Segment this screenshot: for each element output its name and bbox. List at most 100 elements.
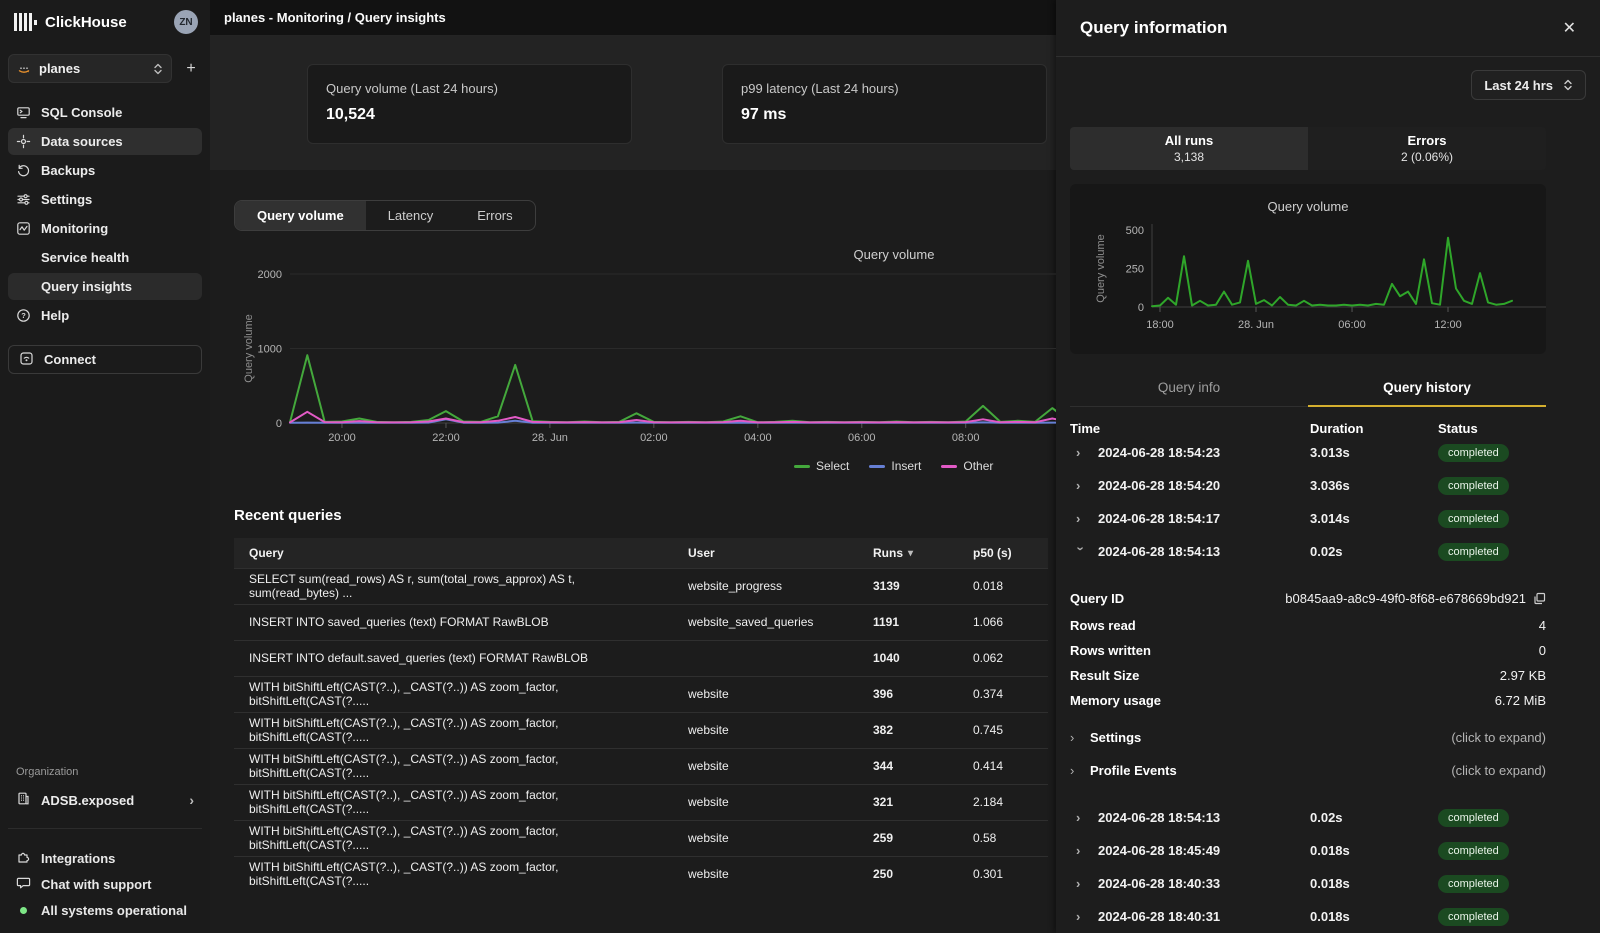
workspace-selector[interactable]: planes (8, 54, 172, 83)
table-row[interactable]: WITH bitShiftLeft(CAST(?..), _CAST(?..))… (234, 712, 1048, 748)
aws-icon (17, 62, 31, 76)
history-row[interactable]: ›2024-06-28 18:54:20 3.036s completed (1070, 469, 1546, 502)
table-row[interactable]: WITH bitShiftLeft(CAST(?..), _CAST(?..))… (234, 820, 1048, 856)
svg-text:08:00: 08:00 (952, 432, 980, 444)
runs-errors-toggle: All runs 3,138 Errors 2 (0.06%) (1070, 127, 1546, 170)
expandable-label: Profile Events (1090, 763, 1177, 778)
time-range-value: Last 24 hrs (1484, 78, 1553, 93)
svg-text:Query volume: Query volume (243, 314, 255, 382)
organization-label: Organization (8, 766, 202, 786)
history-row-expanded[interactable]: ›2024-06-28 18:54:13 0.02s completed (1070, 535, 1546, 568)
tab-query-info[interactable]: Query info (1070, 372, 1308, 406)
connect-label: Connect (44, 352, 96, 367)
legend-item-select[interactable]: Select (794, 459, 849, 473)
help-icon: ? (16, 308, 31, 323)
history-row[interactable]: ›2024-06-28 18:54:17 3.014s completed (1070, 502, 1546, 535)
status-badge: completed (1438, 510, 1509, 528)
sidebar-item-label: Data sources (41, 134, 123, 149)
table-row[interactable]: WITH bitShiftLeft(CAST(?..), _CAST(?..))… (234, 676, 1048, 712)
copy-icon[interactable] (1533, 592, 1546, 605)
building-icon (16, 791, 31, 809)
sidebar-header: ClickHouse ZN (8, 8, 202, 44)
app-title: ClickHouse (45, 14, 174, 31)
expand-hint: (click to expand) (1177, 763, 1546, 778)
table-row[interactable]: WITH bitShiftLeft(CAST(?..), _CAST(?..))… (234, 784, 1048, 820)
segment-label: All runs (1165, 133, 1213, 148)
segment-errors[interactable]: Errors 2 (0.06%) (1308, 127, 1546, 170)
sidebar-item-sql-console[interactable]: SQL Console (8, 99, 202, 126)
legend-item-other[interactable]: Other (941, 459, 993, 473)
breadcrumb: planes - Monitoring / Query insights (210, 0, 1056, 36)
history-row[interactable]: ›2024-06-28 18:40:31 0.018s completed (1070, 900, 1546, 933)
col-user[interactable]: User (673, 538, 858, 568)
tab-query-volume[interactable]: Query volume (235, 201, 366, 230)
expand-profile-events[interactable]: › Profile Events (click to expand) (1070, 754, 1546, 787)
chevron-right-icon: › (1070, 730, 1080, 745)
tab-latency[interactable]: Latency (366, 201, 456, 230)
chevron-down-icon: › (1074, 547, 1089, 557)
history-row[interactable]: ›2024-06-28 18:40:33 0.018s completed (1070, 867, 1546, 900)
restore-icon (16, 163, 31, 178)
table-row[interactable]: INSERT INTO saved_queries (text) FORMAT … (234, 604, 1048, 640)
puzzle-icon (16, 849, 31, 867)
legend-label: Insert (891, 459, 921, 473)
col-query[interactable]: Query (234, 538, 673, 568)
history-header-row: Time Duration Status (1070, 421, 1546, 436)
query-volume-chart: 01000200020:0022:0028. Jun02:0004:0006:0… (234, 243, 1056, 473)
status-badge: completed (1438, 875, 1509, 893)
table-row[interactable]: WITH bitShiftLeft(CAST(?..), _CAST(?..))… (234, 856, 1048, 892)
expandable-label: Settings (1090, 730, 1141, 745)
sidebar-nav: SQL Console Data sources Backups Setting… (8, 99, 202, 329)
col-runs[interactable]: Runs▾ (858, 538, 958, 568)
svg-text:Query volume: Query volume (1268, 199, 1349, 214)
table-row[interactable]: WITH bitShiftLeft(CAST(?..), _CAST(?..))… (234, 748, 1048, 784)
updown-chevron-icon (1563, 79, 1573, 91)
sidebar-item-backups[interactable]: Backups (8, 157, 202, 184)
sidebar-item-settings[interactable]: Settings (8, 186, 202, 213)
sidebar-item-label: Monitoring (41, 221, 108, 236)
svg-text:1000: 1000 (258, 344, 282, 356)
chevron-right-icon: › (1076, 445, 1086, 460)
status-badge: completed (1438, 809, 1509, 827)
chevron-right-icon: › (1076, 511, 1086, 526)
status-dot-icon (20, 907, 27, 914)
expand-settings[interactable]: › Settings (click to expand) (1070, 721, 1546, 754)
legend-item-insert[interactable]: Insert (869, 459, 921, 473)
table-row[interactable]: SELECT sum(read_rows) AS r, sum(total_ro… (234, 568, 1048, 604)
history-row[interactable]: ›2024-06-28 18:45:49 0.018s completed (1070, 834, 1546, 867)
stat-label: Query volume (Last 24 hours) (326, 81, 613, 96)
table-row[interactable]: INSERT INTO default.saved_queries (text)… (234, 640, 1048, 676)
recent-queries-title: Recent queries (234, 507, 1056, 524)
organization-selector[interactable]: ADSB.exposed › (8, 786, 202, 814)
sidebar-item-label: Service health (41, 250, 129, 265)
sidebar-item-monitoring[interactable]: Monitoring (8, 215, 202, 242)
time-range-select[interactable]: Last 24 hrs (1471, 70, 1586, 100)
sidebar-item-data-sources[interactable]: Data sources (8, 128, 202, 155)
sidebar-item-query-insights[interactable]: Query insights (8, 273, 202, 300)
svg-text:Query volume: Query volume (1095, 234, 1107, 302)
avatar[interactable]: ZN (174, 10, 198, 34)
organization-name: ADSB.exposed (41, 793, 179, 808)
close-icon[interactable]: ✕ (1563, 18, 1576, 38)
legend-swatch (794, 465, 810, 468)
history-row[interactable]: ›2024-06-28 18:54:23 3.013s completed (1070, 436, 1546, 469)
chat-bubble-icon (16, 875, 31, 893)
sidebar-item-help[interactable]: ? Help (8, 302, 202, 329)
connect-button[interactable]: Connect (8, 345, 202, 374)
detail-label: Query ID (1070, 591, 1124, 606)
tab-errors[interactable]: Errors (455, 201, 534, 230)
sidebar-item-service-health[interactable]: Service health (8, 244, 202, 271)
col-p50[interactable]: p50 (s) (958, 538, 1048, 568)
stat-card-p99-latency: p99 latency (Last 24 hours) 97 ms (722, 64, 1047, 144)
sidebar-item-integrations[interactable]: Integrations (8, 845, 202, 871)
stat-card-query-volume: Query volume (Last 24 hours) 10,524 (307, 64, 632, 144)
add-service-button[interactable]: + (180, 58, 202, 80)
legend-swatch (869, 465, 885, 468)
history-row[interactable]: ›2024-06-28 18:54:13 0.02s completed (1070, 801, 1546, 834)
sidebar-item-label: SQL Console (41, 105, 122, 120)
system-status[interactable]: All systems operational (8, 897, 202, 923)
svg-text:06:00: 06:00 (848, 432, 876, 444)
segment-all-runs[interactable]: All runs 3,138 (1070, 127, 1308, 170)
sidebar-item-chat-support[interactable]: Chat with support (8, 871, 202, 897)
tab-query-history[interactable]: Query history (1308, 372, 1546, 407)
